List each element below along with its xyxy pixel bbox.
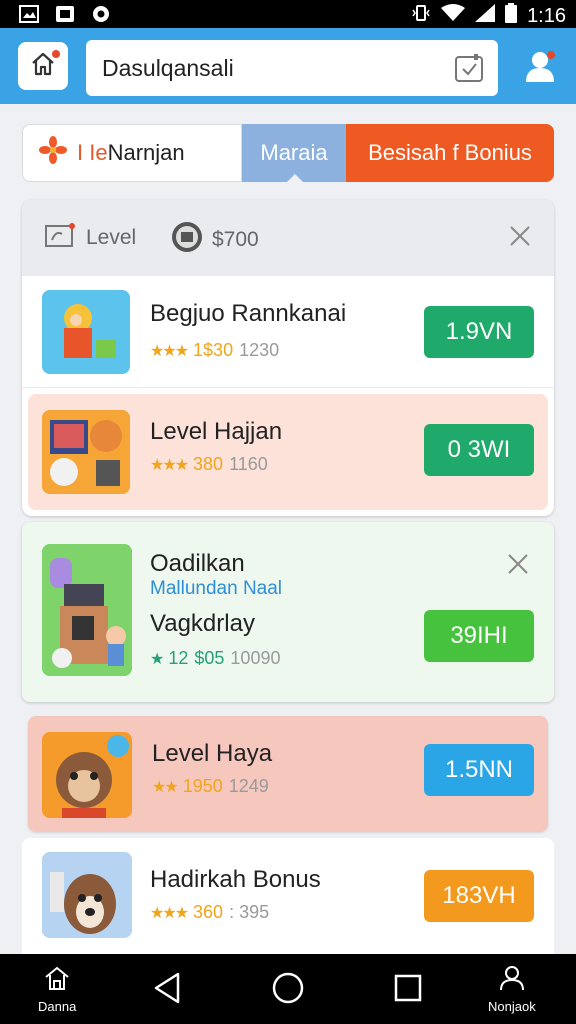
clock: 1:16 [527, 4, 566, 27]
settings-icon [90, 3, 112, 25]
item-meta: ★ 12 $05 10090 [150, 648, 280, 669]
home-circle-icon [272, 972, 304, 1009]
item-count: 1249 [228, 776, 269, 796]
item-title: Level Haya [152, 740, 273, 767]
list-item[interactable]: Hadirkah Bonus ★★★ 360 : 395 183VH [22, 838, 554, 954]
claim-button[interactable]: 1.5NN [424, 744, 534, 796]
tab3-label: Besisah f Bonius [368, 140, 532, 165]
featured-title: Oadilkan [150, 550, 245, 577]
item-price: 360 [193, 902, 224, 922]
navigation-bar: Danna Nonjaok [0, 954, 576, 1024]
rating-stars: ★★ [152, 778, 179, 796]
list-item[interactable]: Begjuo Rannkanai ★★★ 1$30 1230 1.9VN [22, 276, 554, 388]
item-price: 1$30 [193, 340, 234, 360]
nav-home[interactable]: Danna [38, 964, 76, 1014]
gallery-icon [18, 3, 40, 25]
nav-back[interactable] [152, 972, 182, 1009]
game-thumbnail [42, 852, 132, 938]
tab1-label: Narnjan [107, 140, 185, 165]
nav-profile[interactable]: Nonjaok [488, 964, 536, 1014]
featured-title-2: Vagkdrlay [150, 610, 255, 637]
claim-button[interactable]: 1.9VN [424, 306, 534, 358]
search-input[interactable] [102, 40, 442, 96]
app-header [0, 28, 576, 104]
nav-home-circle[interactable] [272, 972, 304, 1009]
item-meta: ★★★ 360 : 395 [150, 902, 269, 923]
item-title: Hadirkah Bonus [150, 866, 321, 893]
status-bar: 1:16 [0, 0, 576, 28]
vibrate-icon [411, 3, 431, 29]
item-meta: ★★★ 1$30 1230 [150, 340, 279, 361]
coin-value: $700 [212, 228, 259, 251]
tab-bonus[interactable]: Besisah f Bonius [346, 124, 554, 182]
list-item[interactable]: Level Hajjan ★★★ 380 1160 0 3WI [28, 394, 548, 510]
item-count: 1160 [229, 454, 268, 474]
game-thumbnail [42, 732, 132, 818]
search-box[interactable] [86, 40, 498, 96]
item-meta: ★★ 1950 1249 [152, 776, 269, 797]
item-title: Level Hajjan [150, 418, 283, 445]
rating-stars: ★★★ [150, 904, 189, 922]
profile-button[interactable] [522, 48, 558, 84]
claim-button[interactable]: 0 3WI [424, 424, 534, 476]
item-price: 1950 [182, 776, 223, 796]
item-meta: ★★★ 380 1160 [150, 454, 268, 475]
tab-narnjan[interactable]: I Ie Narnjan [22, 124, 242, 182]
level-label: Level [86, 226, 137, 249]
featured-subtitle: Mallundan Naal [150, 578, 283, 599]
tab-maraia[interactable]: Maraia [242, 124, 346, 183]
item-title: Begjuo Rannkanai [150, 300, 347, 327]
nav-home-label: Danna [38, 999, 77, 1014]
item-price: $05 [194, 648, 225, 668]
notification-dot [52, 50, 60, 58]
battery-icon [505, 3, 518, 29]
rating-stars: ★ [150, 650, 164, 668]
item-count: 10090 [230, 648, 281, 668]
flower-icon [39, 136, 67, 170]
list-item[interactable]: Level Haya ★★ 1950 1249 1.5NN [28, 716, 548, 832]
item-count: : 395 [229, 902, 270, 922]
wifi-icon [441, 4, 466, 28]
user-nav-icon [498, 964, 526, 997]
featured-card[interactable]: Oadilkan Mallundan Naal Vagkdrlay ★ 12 $… [22, 522, 554, 702]
home-button[interactable] [18, 42, 68, 90]
category-tabs: I Ie Narnjan Maraia Besisah f Bonius [22, 124, 554, 183]
rating-stars: ★★★ [150, 456, 189, 474]
coin-icon [170, 220, 204, 260]
profile-icon [522, 51, 558, 88]
panel-header: Level $700 [22, 200, 554, 276]
close-icon[interactable] [508, 224, 532, 248]
game-thumbnail [42, 544, 132, 676]
nav-recent-apps[interactable] [394, 974, 422, 1007]
rating-stars: ★★★ [150, 342, 189, 360]
item-count: 1230 [239, 340, 280, 360]
game-thumbnail [42, 290, 130, 374]
nav-profile-label: Nonjaok [488, 999, 536, 1014]
item-rating: 12 [168, 648, 189, 668]
photo-icon [54, 3, 76, 25]
recent-apps-icon [394, 974, 422, 1007]
item-price: 380 [193, 454, 224, 474]
level-icon [44, 222, 76, 254]
back-icon [152, 972, 182, 1009]
close-icon[interactable] [506, 552, 530, 576]
signal-icon [475, 4, 496, 28]
claim-button[interactable]: 183VH [424, 870, 534, 922]
tab1-prefix: I Ie [77, 140, 108, 165]
home-nav-icon [43, 964, 71, 997]
game-thumbnail [42, 410, 130, 494]
reward-panel: Level $700 Begjuo Rannkanai ★★★ 1$30 123… [22, 200, 554, 516]
claim-button[interactable]: 39IHI [424, 610, 534, 662]
tab2-label: Maraia [260, 140, 328, 165]
calendar-check-icon[interactable] [454, 53, 484, 88]
